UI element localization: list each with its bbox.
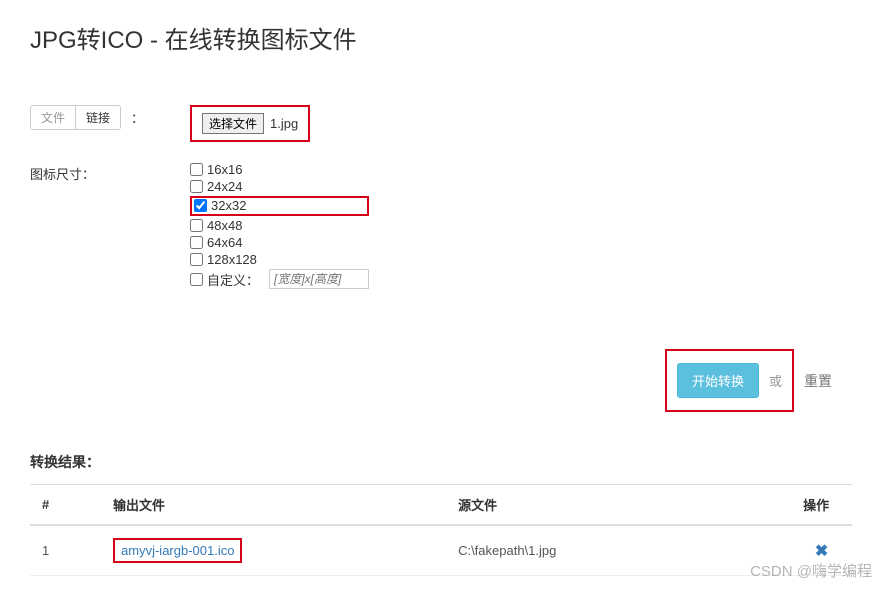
selected-file-name: 1.jpg — [270, 116, 298, 131]
source-colon: ： — [131, 108, 144, 127]
reset-link[interactable]: 重置 — [804, 371, 832, 391]
sizes-row: 图标尺寸： 16x16 24x24 32x32 48x48 64x64 128x… — [30, 162, 852, 289]
file-picker-highlight: 选择文件 1.jpg — [190, 105, 310, 142]
size-checkbox[interactable] — [190, 219, 203, 232]
size-option-16[interactable]: 16x16 — [190, 162, 369, 177]
custom-size-input[interactable] — [269, 269, 369, 289]
size-label-text: 32x32 — [211, 198, 246, 213]
results-table: # 输出文件 源文件 操作 1 amyvj-iargb-001.ico C:\f… — [30, 484, 852, 576]
custom-label: 自定义： — [207, 270, 259, 289]
or-text: 或 — [769, 371, 782, 390]
cell-source: C:\fakepath\1.jpg — [446, 525, 791, 576]
tab-file[interactable]: 文件 — [31, 106, 76, 129]
size-checkbox[interactable] — [190, 236, 203, 249]
sizes-label: 图标尺寸： — [30, 162, 190, 183]
output-file-link[interactable]: amyvj-iargb-001.ico — [113, 538, 242, 563]
size-label-text: 128x128 — [207, 252, 257, 267]
source-row: 文件 链接 ： 选择文件 1.jpg — [30, 105, 852, 142]
size-checkbox[interactable] — [194, 199, 207, 212]
size-option-48[interactable]: 48x48 — [190, 218, 369, 233]
size-checkbox[interactable] — [190, 180, 203, 193]
size-label-text: 24x24 — [207, 179, 242, 194]
th-output: 输出文件 — [101, 485, 446, 526]
convert-highlight: 开始转换 或 — [665, 349, 794, 412]
size-checkbox[interactable] — [190, 163, 203, 176]
cell-index: 1 — [30, 525, 101, 576]
results-title: 转换结果： — [30, 452, 852, 472]
size-option-64[interactable]: 64x64 — [190, 235, 369, 250]
size-option-24[interactable]: 24x24 — [190, 179, 369, 194]
size-option-32-highlight[interactable]: 32x32 — [190, 196, 369, 216]
size-checkbox[interactable] — [190, 253, 203, 266]
th-action: 操作 — [791, 485, 852, 526]
page-title: JPG转ICO - 在线转换图标文件 — [30, 20, 852, 55]
size-label-text: 48x48 — [207, 218, 242, 233]
table-row: 1 amyvj-iargb-001.ico C:\fakepath\1.jpg … — [30, 525, 852, 576]
size-label-text: 64x64 — [207, 235, 242, 250]
delete-icon[interactable]: ✖ — [815, 543, 828, 560]
size-label-text: 16x16 — [207, 162, 242, 177]
choose-file-button[interactable]: 选择文件 — [202, 113, 264, 134]
actions-row: 开始转换 或 重置 — [30, 349, 852, 412]
size-option-custom: 自定义： — [190, 269, 369, 289]
convert-button[interactable]: 开始转换 — [677, 363, 759, 398]
source-tabs: 文件 链接 — [30, 105, 121, 130]
size-checkbox-custom[interactable] — [190, 273, 203, 286]
th-index: # — [30, 485, 101, 526]
size-option-128[interactable]: 128x128 — [190, 252, 369, 267]
th-source: 源文件 — [446, 485, 791, 526]
tab-link[interactable]: 链接 — [76, 106, 120, 129]
